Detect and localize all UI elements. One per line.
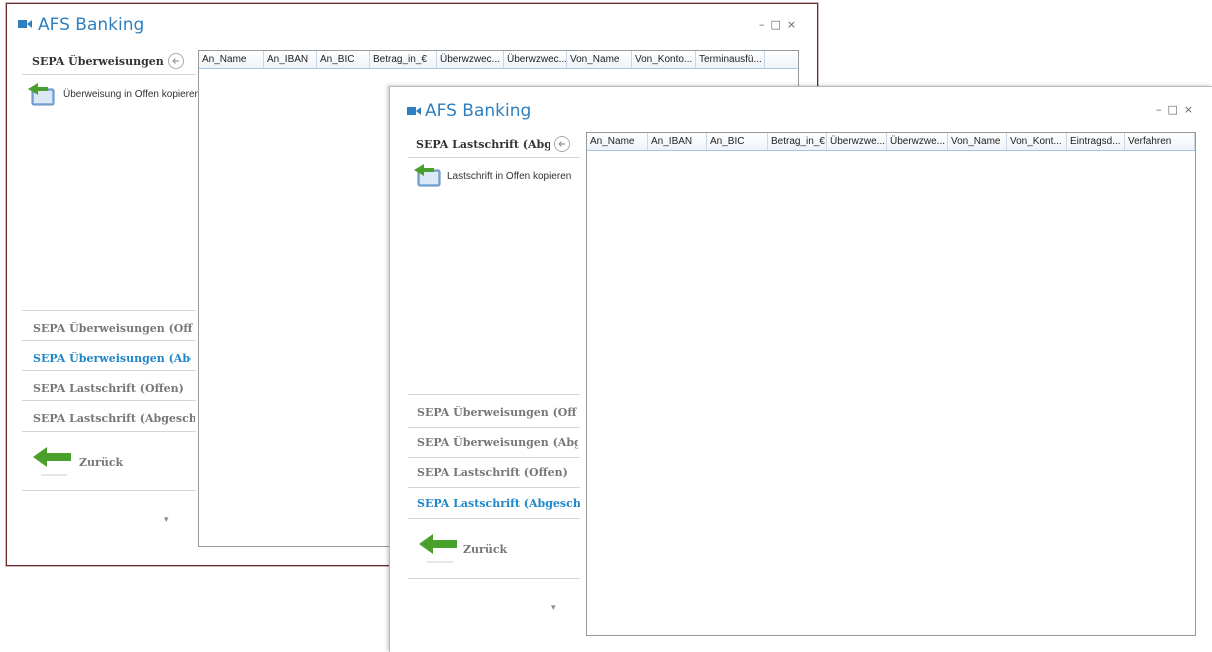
copy-to-open-icon[interactable] xyxy=(26,81,58,112)
divider xyxy=(408,578,580,579)
column-header[interactable]: Überwzwec... xyxy=(504,51,567,68)
copy-to-open-action[interactable]: Überweisung in Offen kopieren xyxy=(63,89,200,100)
nav-sepa-lastschrift-abgeschlossen[interactable]: SEPA Lastschrift (Abgeschlossen) xyxy=(33,412,195,425)
divider xyxy=(22,310,196,311)
maximize-button[interactable]: □ xyxy=(1168,103,1184,116)
afs-logo-icon xyxy=(407,106,421,116)
titlebar[interactable]: AFS Banking –□× xyxy=(7,4,817,44)
nav-sepa-ueberweisungen-abgeschlossen[interactable]: SEPA Überweisungen (Abgeschlossen) xyxy=(33,352,191,365)
column-header[interactable]: Eintragsd... xyxy=(1067,133,1125,150)
divider xyxy=(408,157,580,158)
nav-sepa-lastschrift-offen[interactable]: SEPA Lastschrift (Offen) xyxy=(417,466,577,479)
column-header[interactable]: An_BIC xyxy=(707,133,768,150)
back-arrow-icon[interactable] xyxy=(554,136,570,152)
copy-to-open-icon[interactable] xyxy=(412,162,444,193)
window-controls: –□× xyxy=(1156,103,1199,116)
minimize-button[interactable]: – xyxy=(1156,103,1168,116)
column-header[interactable]: Überwzwe... xyxy=(827,133,887,150)
back-arrow-green-icon[interactable] xyxy=(33,447,75,482)
column-header[interactable]: An_IBAN xyxy=(648,133,707,150)
chevron-down-icon[interactable]: ▾ xyxy=(551,602,556,613)
data-grid[interactable]: An_Name An_IBAN An_BIC Betrag_in_€ Überwzwe.… xyxy=(586,132,1196,636)
back-arrow-icon[interactable] xyxy=(168,53,184,69)
maximize-button[interactable]: □ xyxy=(771,18,787,31)
column-header[interactable]: Betrag_in_€ xyxy=(370,51,437,68)
divider xyxy=(408,518,580,519)
grid-header: An_Name An_IBAN An_BIC Betrag_in_€ Überwzwe.… xyxy=(587,133,1195,151)
column-header[interactable]: Überwzwec... xyxy=(437,51,504,68)
nav-sepa-lastschrift-abgeschlossen[interactable]: SEPA Lastschrift (Abgeschlossen) xyxy=(417,497,580,510)
chevron-down-icon[interactable]: ▾ xyxy=(164,514,169,525)
window-controls: –□× xyxy=(759,18,802,31)
copy-to-open-action[interactable]: Lastschrift in Offen kopieren xyxy=(447,171,571,182)
divider xyxy=(408,487,580,488)
column-header[interactable]: Verfahren xyxy=(1125,133,1195,150)
divider xyxy=(408,457,580,458)
window-sepa-lastschrift: AFS Banking –□× SEPA Lastschrift (Abgesc… xyxy=(389,86,1212,652)
column-header[interactable]: An_Name xyxy=(199,51,264,68)
nav-sepa-ueberweisungen-offen[interactable]: SEPA Überweisungen (Offen) xyxy=(417,406,577,419)
nav-sepa-ueberweisungen-abgeschlossen[interactable]: SEPA Überweisungen (Abgeschlossen) xyxy=(417,436,578,449)
column-header[interactable]: Betrag_in_€ xyxy=(768,133,827,150)
app-title: AFS Banking xyxy=(38,15,145,35)
column-header[interactable]: Von_Konto... xyxy=(632,51,696,68)
section-header: SEPA Lastschrift (Abgeschlossen) xyxy=(416,138,550,151)
divider xyxy=(408,394,580,395)
column-header[interactable]: Überwzwe... xyxy=(887,133,948,150)
back-label[interactable]: Zurück xyxy=(79,456,123,469)
column-header[interactable]: An_BIC xyxy=(317,51,370,68)
column-header[interactable]: An_IBAN xyxy=(264,51,317,68)
divider xyxy=(22,400,196,401)
column-header[interactable]: Von_Kont... xyxy=(1007,133,1067,150)
divider xyxy=(22,370,196,371)
divider xyxy=(22,490,196,491)
column-header[interactable]: An_Name xyxy=(587,133,648,150)
divider xyxy=(408,427,580,428)
back-arrow-green-icon[interactable] xyxy=(419,534,461,569)
afs-logo-icon xyxy=(18,19,32,29)
divider xyxy=(22,74,196,75)
minimize-button[interactable]: – xyxy=(759,18,771,31)
app-title: AFS Banking xyxy=(425,101,532,121)
column-header[interactable]: Terminausfü... xyxy=(696,51,765,68)
nav-sepa-lastschrift-offen[interactable]: SEPA Lastschrift (Offen) xyxy=(33,382,193,395)
titlebar[interactable]: AFS Banking –□× xyxy=(390,87,1212,127)
divider xyxy=(22,431,196,432)
divider xyxy=(22,340,196,341)
section-header: SEPA Überweisungen (Abgeschlossen) xyxy=(32,55,164,68)
back-label[interactable]: Zurück xyxy=(463,543,507,556)
column-header[interactable]: Von_Name xyxy=(567,51,632,68)
nav-sepa-ueberweisungen-offen[interactable]: SEPA Überweisungen (Offen) xyxy=(33,322,193,335)
close-button[interactable]: × xyxy=(787,18,802,31)
grid-header: An_Name An_IBAN An_BIC Betrag_in_€ Überwzwec… xyxy=(199,51,798,69)
close-button[interactable]: × xyxy=(1184,103,1199,116)
column-header[interactable]: Von_Name xyxy=(948,133,1007,150)
